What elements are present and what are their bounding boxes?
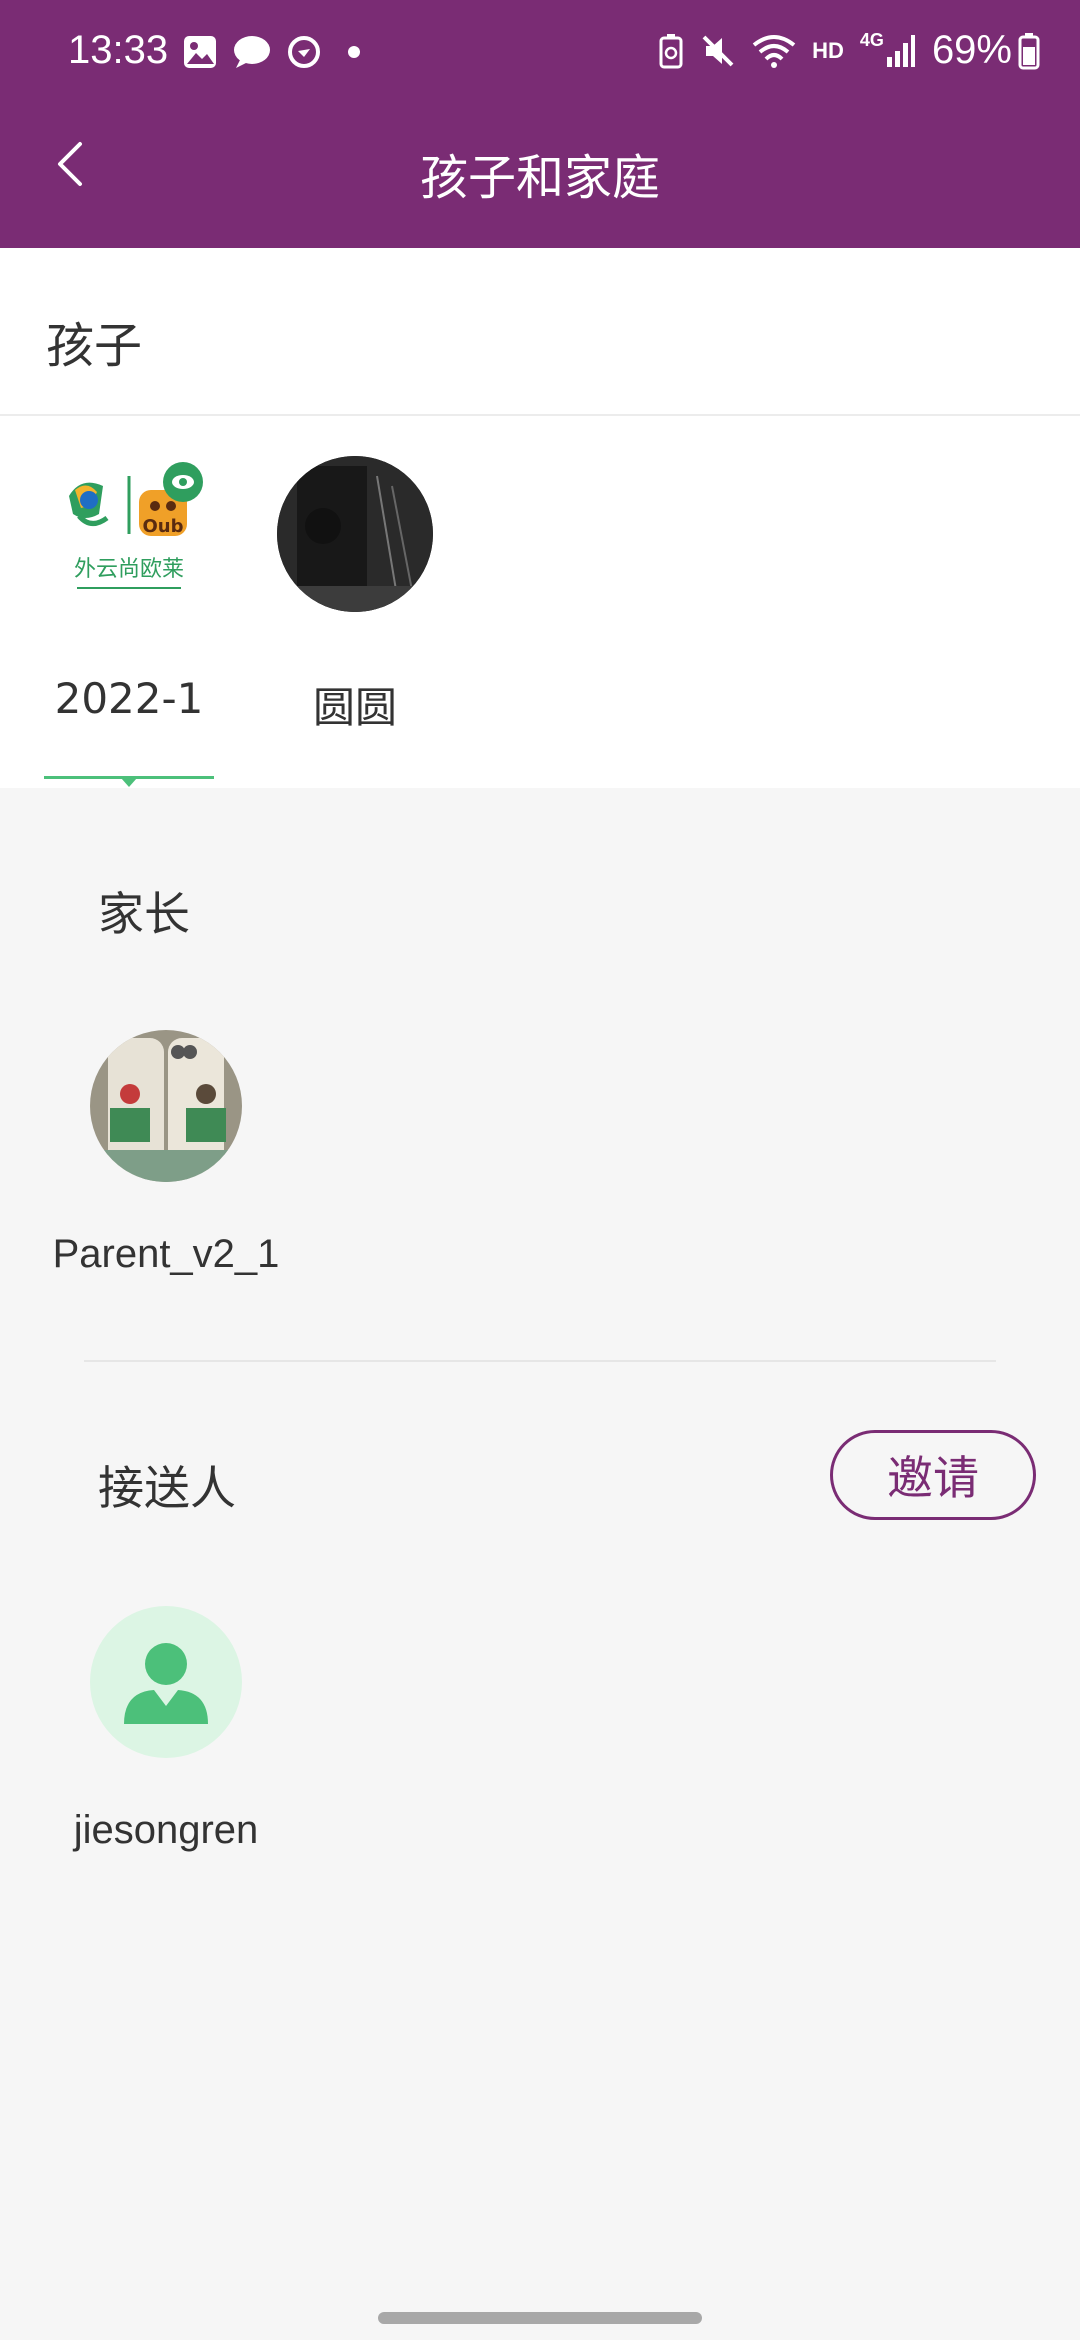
status-bar: 13:33 HD 4G 69% bbox=[0, 0, 1080, 110]
signal-label: 4G bbox=[859, 30, 884, 50]
svg-text:Oub: Oub bbox=[142, 516, 183, 537]
app-header: 13:33 HD 4G 69% 孩子和家庭 bbox=[0, 0, 1080, 248]
chat-icon bbox=[234, 36, 270, 68]
signal-icon bbox=[886, 34, 915, 67]
status-time: 13:33 bbox=[68, 28, 169, 72]
home-indicator[interactable] bbox=[378, 2312, 702, 2324]
pickup-person-item[interactable]: jiesongren bbox=[36, 1606, 296, 1853]
child-tab-yuanyuan[interactable]: 圆圆 bbox=[270, 456, 440, 735]
child-tab-2022-1[interactable]: Oub 外云尚欧莱 2022-1 bbox=[44, 456, 214, 723]
invite-button[interactable]: 邀请 bbox=[830, 1430, 1036, 1520]
parent-item[interactable]: Parent_v2_1 bbox=[36, 1030, 296, 1277]
child-avatar: Oub 外云尚欧莱 bbox=[51, 456, 207, 612]
child-name: 2022-1 bbox=[54, 674, 204, 723]
children-section-header: 孩子 bbox=[0, 248, 1080, 416]
pickup-avatar bbox=[90, 1606, 242, 1758]
dot-icon bbox=[348, 46, 360, 58]
gallery-icon bbox=[184, 36, 216, 68]
battery-saver-icon bbox=[659, 33, 683, 68]
section-divider bbox=[84, 1360, 996, 1362]
parent-name: Parent_v2_1 bbox=[52, 1232, 280, 1276]
sync-icon bbox=[288, 36, 320, 68]
pickup-section-title: 接送人 bbox=[98, 1461, 236, 1515]
battery-icon bbox=[1018, 32, 1040, 69]
wifi-icon bbox=[752, 34, 796, 68]
school-logo-image: Oub 外云尚欧莱 bbox=[51, 456, 207, 612]
mute-icon bbox=[702, 35, 734, 66]
battery-percent: 69% bbox=[931, 28, 1012, 72]
person-icon bbox=[124, 1643, 208, 1724]
children-section-title: 孩子 bbox=[46, 318, 143, 374]
child-avatar bbox=[277, 456, 433, 612]
selected-tab-caret bbox=[121, 778, 137, 787]
page-title: 孩子和家庭 bbox=[419, 150, 660, 206]
pickup-person-name: jiesongren bbox=[73, 1808, 259, 1852]
child-name: 圆圆 bbox=[312, 683, 397, 732]
network-label: HD bbox=[812, 37, 844, 63]
parents-section-title: 家长 bbox=[98, 887, 190, 941]
children-tabs: Oub 外云尚欧莱 2022-1 圆圆 bbox=[0, 416, 1080, 788]
school-logo-text: 外云尚欧莱 bbox=[74, 557, 184, 582]
parent-avatar bbox=[90, 1030, 242, 1182]
